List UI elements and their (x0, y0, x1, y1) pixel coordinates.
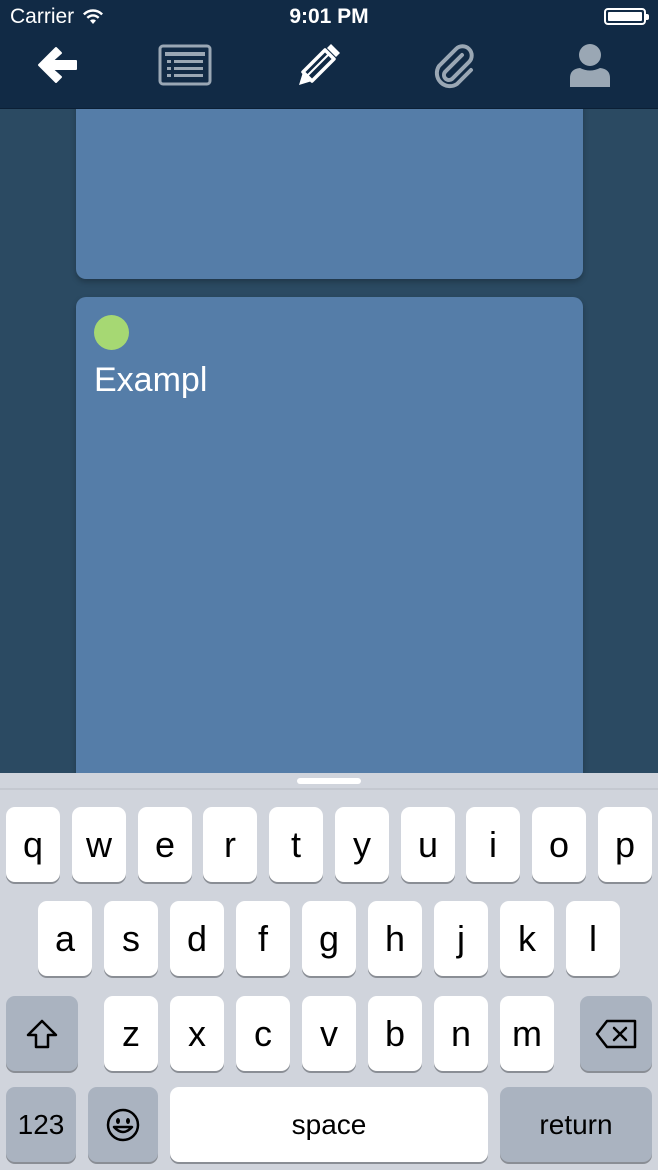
key-w[interactable]: w (72, 807, 126, 882)
list-button[interactable] (153, 40, 217, 90)
toolbar (0, 34, 658, 109)
status-bar: Carrier 9:01 PM (0, 0, 658, 34)
keyboard-divider (0, 788, 658, 790)
back-button[interactable] (25, 40, 89, 90)
note-text-input[interactable]: Exampl (94, 361, 207, 400)
back-arrow-icon (38, 47, 77, 83)
keyboard-handle[interactable] (297, 778, 361, 784)
key-v[interactable]: v (302, 996, 356, 1071)
key-c[interactable]: c (236, 996, 290, 1071)
key-r[interactable]: r (203, 807, 257, 882)
space-key[interactable]: space (170, 1087, 488, 1162)
key-q[interactable]: q (6, 807, 60, 882)
return-key[interactable]: return (500, 1087, 652, 1162)
list-icon (158, 44, 212, 86)
key-u[interactable]: u (401, 807, 455, 882)
shift-key[interactable] (6, 996, 78, 1071)
key-i[interactable]: i (466, 807, 520, 882)
status-time: 9:01 PM (289, 5, 369, 28)
user-icon (570, 44, 610, 87)
key-n[interactable]: n (434, 996, 488, 1071)
key-l[interactable]: l (566, 901, 620, 976)
key-x[interactable]: x (170, 996, 224, 1071)
note-card[interactable] (76, 109, 583, 279)
key-s[interactable]: s (104, 901, 158, 976)
paperclip-icon (434, 44, 474, 89)
battery-icon (604, 8, 649, 25)
delete-key[interactable] (580, 996, 652, 1071)
key-j[interactable]: j (434, 901, 488, 976)
key-a[interactable]: a (38, 901, 92, 976)
shift-icon (26, 1019, 58, 1048)
emoji-icon (106, 1108, 140, 1141)
key-y[interactable]: y (335, 807, 389, 882)
key-b[interactable]: b (368, 996, 422, 1071)
profile-button[interactable] (558, 40, 622, 90)
key-m[interactable]: m (500, 996, 554, 1071)
status-dot (94, 315, 129, 350)
attach-button[interactable] (422, 40, 486, 90)
edit-button[interactable] (287, 40, 351, 90)
key-d[interactable]: d (170, 901, 224, 976)
key-f[interactable]: f (236, 901, 290, 976)
pencil-icon (299, 44, 340, 85)
key-p[interactable]: p (598, 807, 652, 882)
emoji-key[interactable] (88, 1087, 158, 1162)
key-k[interactable]: k (500, 901, 554, 976)
key-h[interactable]: h (368, 901, 422, 976)
notes-list: Exampl (0, 109, 658, 773)
note-card-active[interactable]: Exampl (76, 297, 583, 773)
key-e[interactable]: e (138, 807, 192, 882)
key-o[interactable]: o (532, 807, 586, 882)
numbers-key[interactable]: 123 (6, 1087, 76, 1162)
keyboard: q w e r t y u i o p a s d f g h j k l z … (0, 773, 658, 1170)
key-g[interactable]: g (302, 901, 356, 976)
backspace-icon (595, 1019, 637, 1048)
key-z[interactable]: z (104, 996, 158, 1071)
key-t[interactable]: t (269, 807, 323, 882)
